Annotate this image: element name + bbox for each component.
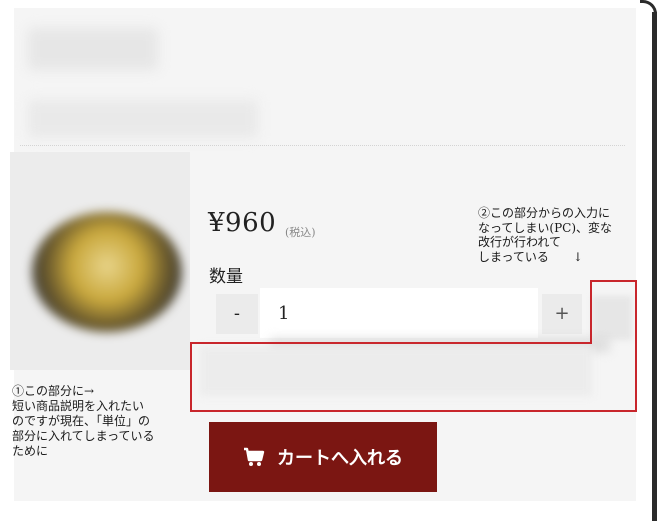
quantity-label: 数量	[209, 267, 243, 287]
blurred-unit-control	[592, 296, 632, 340]
quantity-decrement-button[interactable]: -	[216, 294, 258, 334]
annotation-outline-step	[590, 280, 592, 344]
annotation-outline-right	[635, 280, 637, 412]
product-photo-blur	[32, 212, 182, 332]
device-frame-edge	[652, 12, 657, 521]
product-price: ¥960	[208, 208, 277, 238]
annotation-outline-top-right	[590, 280, 637, 282]
annotation-note-1: ①この部分に→ 短い商品説明を入れたい のですが現在、「単位」の 部分に入れてし…	[12, 384, 155, 458]
blurred-unit-field[interactable]	[200, 346, 592, 396]
cart-icon	[244, 447, 265, 466]
divider	[20, 145, 625, 146]
blurred-product-title	[28, 28, 158, 70]
add-to-cart-label: カートへ入れる	[277, 448, 403, 469]
annotation-note-2: ②この部分からの入力に なってしまい(PC)、変な 改行が行われて しまっている…	[478, 206, 613, 264]
annotation-outline-top-left	[190, 342, 592, 344]
add-to-cart-button[interactable]: カートへ入れる	[209, 422, 437, 492]
quantity-input[interactable]	[260, 288, 538, 338]
quantity-increment-button[interactable]: +	[542, 294, 582, 334]
tax-note: (税込)	[285, 226, 316, 239]
product-image[interactable]	[10, 152, 190, 370]
annotation-outline-bottom	[190, 410, 637, 412]
blurred-product-subtitle	[28, 100, 258, 138]
